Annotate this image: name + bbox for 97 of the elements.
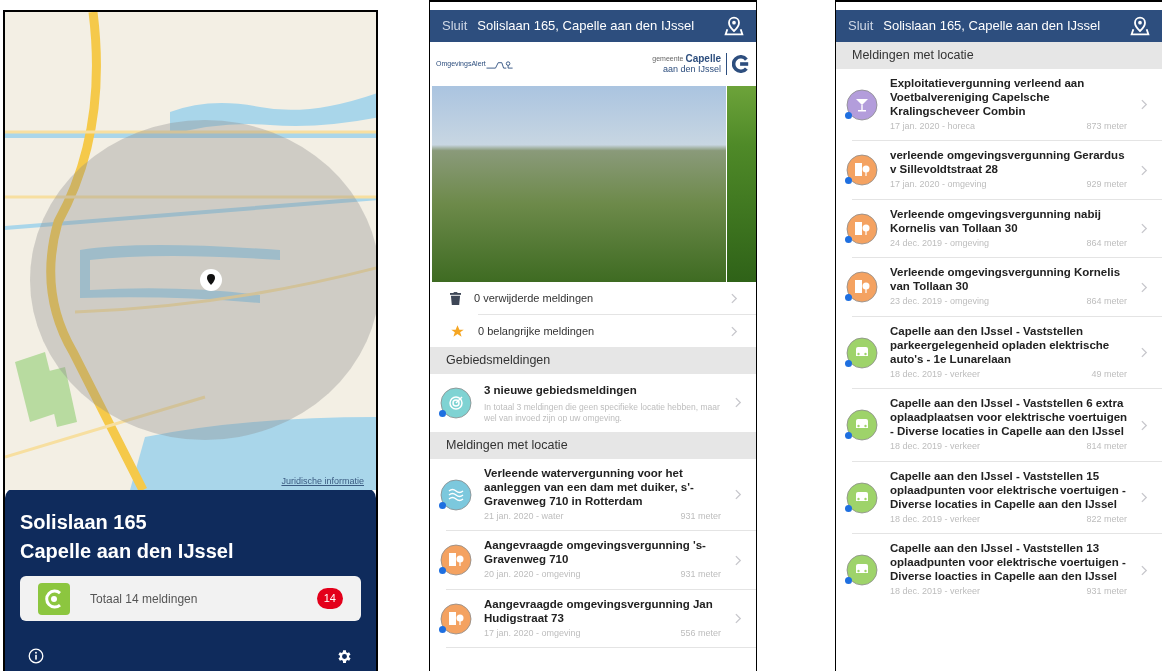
distance-label: 822 meter: [1086, 512, 1127, 526]
notification-meta: 17 jan. 2020 - horeca: [890, 119, 976, 133]
menu-row[interactable]: 0 belangrijke meldingen: [430, 315, 756, 347]
municipality-subtitle: aan den IJssel: [662, 64, 721, 75]
building-tree-icon: [846, 154, 878, 186]
distance-label: 929 meter: [1086, 178, 1127, 192]
section-header: Meldingen met locatie: [836, 42, 1162, 69]
section-header: Meldingen met locatie: [430, 432, 756, 459]
header-title: Solislaan 165, Capelle aan den IJssel: [883, 17, 1102, 36]
notification-item[interactable]: Aangevraagde omgevingsvergunning Jan Hudigstraat 73 17 jan. 2020 - omgeving 556 meter: [430, 589, 756, 648]
notification-meta: 18 dec. 2019 - verkeer: [890, 367, 981, 381]
legal-link[interactable]: Juridische informatie: [281, 474, 364, 488]
building-tree-icon: [440, 544, 472, 576]
distance-label: 814 meter: [1086, 440, 1127, 454]
count-badge: 14: [316, 588, 343, 609]
notification-item[interactable]: verleende omgevingsvergunning Gerardus v Sillevoldtstraat 28 17 jan. 2020 - omgeving 929 meter: [836, 141, 1162, 199]
chevron-right-icon: [1141, 281, 1148, 293]
notification-title: Aangevraagde omgevingsvergunning 's-Gravenweg 710: [484, 538, 707, 567]
notification-title: Capelle aan den IJssel - Vaststellen parkeergelegenheid opladen elektrische auto's - 1e Lunarelaan: [890, 323, 1111, 366]
notification-meta: 17 jan. 2020 - omgeving: [484, 626, 581, 640]
building-tree-icon: [846, 271, 878, 303]
distance-label: 49 meter: [1091, 367, 1127, 381]
distance-label: 556 meter: [680, 626, 721, 640]
building-tree-icon: [846, 212, 878, 245]
settings-icon[interactable]: [336, 648, 353, 665]
building-tree-icon: [440, 602, 472, 635]
chevron-right-icon: [1141, 223, 1148, 234]
notification-item[interactable]: Aangevraagde omgevingsvergunning 's-Gravenweg 710 20 jan. 2020 - omgeving 931 meter: [430, 531, 756, 589]
chevron-right-icon: [735, 489, 742, 500]
chevron-right-icon: [1141, 164, 1148, 176]
notification-meta: 24 dec. 2019 - omgeving: [890, 236, 990, 250]
notification-title: Capelle aan den IJssel - Vaststellen 6 extra oplaadplaatsen voor elektrische voertuigen - Diverse locaties in Capelle aan den IJssel: [890, 396, 1129, 439]
notification-title: verleende omgevingsvergunning Gerardus v Sillevoldtstraat 28: [890, 148, 1126, 177]
chevron-right-icon: [731, 292, 738, 304]
distance-label: 864 meter: [1086, 295, 1127, 309]
notification-title: Capelle aan den IJssel - Vaststellen 15 oplaadpunten voor elektrische voertuigen - Diverse locaties in Capelle aan den IJssel: [890, 468, 1127, 511]
distance-label: 931 meter: [680, 568, 721, 582]
notification-item[interactable]: Capelle aan den IJssel - Vaststellen 13 oplaadpunten voor elektrische voertuigen - Diverse loacties in Capelle aan den IJssel 18 dec. 2019 - verkeer 931 meter: [836, 534, 1162, 606]
notification-item[interactable]: Capelle aan den IJssel - Vaststellen 6 extra oplaadplaatsen voor elektrische voertuigen - Diverse locaties in Capelle aan den IJssel 18 dec. 2019 - verkeer 814 meter: [836, 389, 1162, 461]
close-button[interactable]: Sluit: [848, 16, 874, 36]
car-icon: [846, 481, 878, 514]
notification-item[interactable]: Verleende watervergunning voor het aanleggen van een dam met duiker, s'-Gravenweg 710 in Rotterdam 21 jan. 2020 - water 931 meter: [430, 458, 756, 531]
location-pin-icon[interactable]: [724, 16, 744, 36]
path-pin-icon: [485, 60, 514, 70]
notification-meta: 17 jan. 2020 - omgeving: [890, 178, 987, 192]
municipality-logo-icon: [732, 55, 750, 73]
notification-item[interactable]: Capelle aan den IJssel - Vaststellen 15 oplaadpunten voor elektrische voertuigen - Diverse locaties in Capelle aan den IJssel 18 dec. 2019 - verkeer 822 meter: [836, 461, 1162, 534]
notification-item[interactable]: Exploitatievergunning verleend aan Voetbalvereniging Capelsche Kralingscheveer Combin 17 jan. 2020 - horeca 873 meter: [836, 68, 1162, 141]
distance-label: 931 meter: [1086, 585, 1127, 599]
chevron-right-icon: [1141, 492, 1148, 503]
notification-title: Aangevraagde omgevingsvergunning Jan Hudigstraat 73: [484, 596, 714, 625]
notification-item[interactable]: Verleende omgevingsvergunning nabij Kornelis van Tollaan 30 24 dec. 2019 - omgeving 864 meter: [836, 199, 1162, 258]
chevron-right-icon: [735, 554, 742, 566]
notification-meta: 18 dec. 2019 - verkeer: [890, 585, 981, 599]
distance-label: 931 meter: [680, 509, 721, 523]
notification-meta: 18 dec. 2019 - verkeer: [890, 512, 981, 526]
notification-meta: 20 jan. 2020 - omgeving: [484, 568, 581, 582]
car-icon: [846, 409, 878, 441]
notification-item[interactable]: Capelle aan den IJssel - Vaststellen parkeergelegenheid opladen elektrische auto's - 1e Lunarelaan 18 dec. 2019 - verkeer 49 meter: [836, 316, 1162, 389]
notification-item[interactable]: Verleende omgevingsvergunning Kornelis van Tollaan 30 23 dec. 2019 - omgeving 864 meter: [836, 258, 1162, 316]
chevron-right-icon: [1141, 99, 1148, 110]
card-label: Totaal 14 meldingen: [90, 590, 199, 608]
notification-meta: 21 jan. 2020 - water: [484, 509, 564, 523]
info-icon[interactable]: [28, 648, 44, 664]
notification-title: Verleende omgevingsvergunning nabij Kornelis van Tollaan 30: [890, 206, 1102, 235]
chevron-right-icon: [1141, 419, 1148, 431]
waves-icon: [440, 478, 472, 511]
notification-title: 3 nieuwe gebiedsmeldingen: [484, 382, 638, 398]
chevron-right-icon: [1141, 564, 1148, 576]
trash-icon: [450, 291, 461, 305]
chevron-right-icon: [735, 397, 742, 409]
header-title: Solislaan 165, Capelle aan den IJssel: [477, 17, 696, 36]
menu-row[interactable]: 0 verwijderde meldingen: [430, 282, 756, 314]
chevron-right-icon: [731, 325, 738, 337]
section-header: Gebiedsmeldingen: [430, 347, 756, 374]
car-icon: [846, 336, 878, 369]
app-logo-icon: [38, 582, 70, 615]
radar-icon: [440, 386, 472, 419]
cocktail-glass-icon: [846, 88, 878, 121]
location-pin-icon[interactable]: [1130, 16, 1150, 36]
chevron-right-icon: [1141, 347, 1148, 358]
notification-title: Verleende omgevingsvergunning Kornelis van Tollaan 30: [890, 265, 1122, 294]
notification-title: Capelle aan den IJssel - Vaststellen 13 oplaadpunten voor elektrische voertuigen - Diverse loacties in Capelle aan den IJssel: [890, 541, 1127, 584]
municipality-name: Capelle: [685, 53, 721, 64]
notification-title: Exploitatievergunning verleend aan Voetbalvereniging Capelsche Kralingscheveer Combin: [890, 75, 1086, 118]
notification-meta: 23 dec. 2019 - omgeving: [890, 295, 990, 309]
star-icon: [450, 323, 465, 339]
distance-label: 873 meter: [1086, 119, 1127, 133]
chevron-right-icon: [735, 613, 742, 624]
car-icon: [846, 554, 878, 586]
notification-title: Verleende watervergunning voor het aanleggen van een dam met duiker, s'-Gravenweg 710 in Rotterdam: [484, 465, 695, 508]
distance-label: 864 meter: [1086, 236, 1127, 250]
address-line: Solislaan 165: [20, 510, 148, 535]
notification-meta: 18 dec. 2019 - verkeer: [890, 440, 981, 454]
total-notifications-card[interactable]: Totaal 14 meldingen 14: [20, 576, 361, 621]
city-line: Capelle aan den IJssel: [20, 539, 235, 564]
close-button[interactable]: Sluit: [442, 16, 468, 36]
